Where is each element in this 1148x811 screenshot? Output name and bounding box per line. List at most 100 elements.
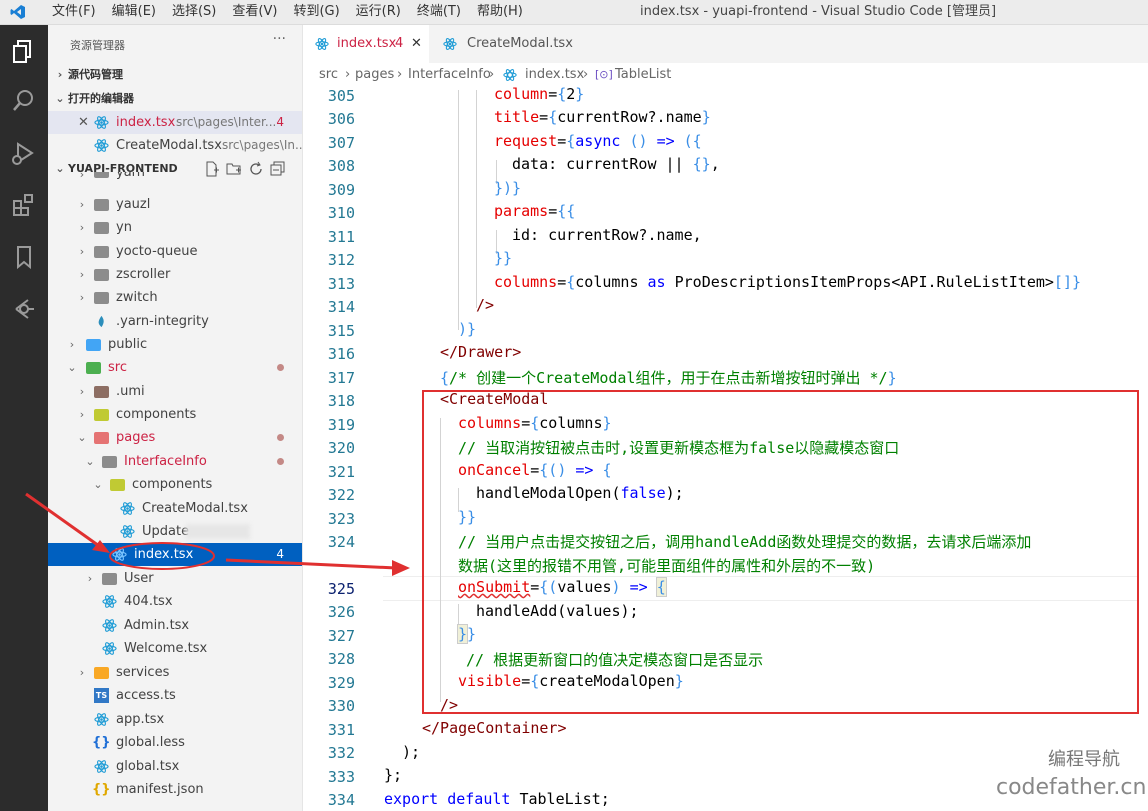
tree-file[interactable]: CreateModal.tsx: [48, 497, 302, 520]
breadcrumb-item[interactable]: TableList: [615, 63, 671, 87]
line-number: 315: [327, 322, 355, 340]
breadcrumb-item[interactable]: pages: [355, 63, 394, 87]
tab-index-tsx[interactable]: index.tsx 4 ✕: [303, 25, 429, 63]
open-editor-createmodal[interactable]: CreateModal.tsx src\pages\In...: [48, 134, 302, 157]
chevron-down-icon: ⌄: [55, 92, 65, 105]
tree-file[interactable]: .yarn-integrity: [48, 310, 302, 333]
code-line: params={{: [494, 202, 576, 220]
line-number: 322: [327, 486, 355, 504]
folder-icon: [94, 222, 109, 234]
tree-file[interactable]: Update: [48, 520, 302, 543]
tree-file[interactable]: 404.tsx: [48, 590, 302, 613]
json-file-icon: {}: [92, 782, 111, 797]
open-editor-index[interactable]: ✕ index.tsx src\pages\Inter... 4: [48, 111, 302, 134]
menu-bar: 文件(F) 编辑(E) 选择(S) 查看(V) 转到(G) 运行(R) 终端(T…: [44, 0, 531, 24]
breadcrumb-separator: ›: [397, 67, 403, 82]
close-icon[interactable]: ✕: [78, 111, 89, 134]
menu-run[interactable]: 运行(R): [348, 0, 409, 24]
code-line: {/* 创建一个CreateModal组件，用于在点击新增按钮时弹出 */}: [440, 369, 897, 387]
tree-folder[interactable]: › yarn: [48, 172, 302, 186]
line-number: 311: [327, 228, 355, 246]
close-icon[interactable]: ✕: [411, 25, 422, 63]
breadcrumb: src › pages › InterfaceInfo › index.tsx …: [303, 63, 1148, 87]
code-line: id: currentRow?.name,: [512, 226, 702, 244]
window-title: index.tsx - yuapi-frontend - Visual Stud…: [640, 4, 997, 19]
code-line: })}: [494, 179, 522, 197]
explorer-sidebar: 资源管理器 ··· › 源代码管理 ⌄ 打开的编辑器 ✕ index.tsx src…: [48, 25, 303, 811]
less-file-icon: {}: [92, 735, 111, 750]
line-number: 328: [327, 650, 355, 668]
modified-dot: [277, 434, 284, 441]
tab-createmodal-tsx[interactable]: CreateModal.tsx: [429, 25, 589, 63]
section-source-control[interactable]: › 源代码管理: [48, 64, 302, 86]
extensions-icon[interactable]: [10, 191, 38, 219]
modified-dot: [277, 364, 284, 371]
tree-folder[interactable]: › User: [48, 567, 302, 590]
tree-file[interactable]: {} manifest.json: [48, 778, 302, 801]
menu-go[interactable]: 转到(G): [285, 0, 347, 24]
code-line: }}: [494, 249, 513, 267]
line-number: 309: [327, 181, 355, 199]
line-number: 323: [327, 510, 355, 528]
folder-icon: [86, 339, 101, 351]
breadcrumb-item[interactable]: src: [319, 63, 338, 87]
react-file-icon: [120, 525, 135, 538]
folder-icon: [94, 199, 109, 211]
menu-terminal[interactable]: 终端(T): [409, 0, 469, 24]
tree-folder[interactable]: › yocto-queue: [48, 240, 302, 263]
tree-folder[interactable]: › zwitch: [48, 286, 302, 309]
tree-folder[interactable]: ⌄ src: [48, 356, 302, 379]
tree-folder[interactable]: › yauzl: [48, 193, 302, 216]
tree-folder[interactable]: ⌄ InterfaceInfo: [48, 450, 302, 473]
folder-icon: [86, 362, 101, 374]
chevron-right-icon: ›: [87, 572, 93, 585]
line-number: 314: [327, 298, 355, 316]
line-number: 319: [327, 416, 355, 434]
search-icon[interactable]: [10, 87, 38, 115]
menu-help[interactable]: 帮助(H): [469, 0, 531, 24]
react-file-icon: [120, 502, 135, 515]
tree-folder[interactable]: › yn: [48, 216, 302, 239]
problem-count-badge: 4: [276, 115, 284, 129]
tree-folder[interactable]: › .umi: [48, 380, 302, 403]
line-number: 330: [327, 697, 355, 715]
git-graph-icon[interactable]: [10, 295, 38, 323]
watermark-url: codefather.cn: [996, 775, 1147, 800]
code-line: )}: [458, 320, 477, 338]
yarn-file-icon: [98, 315, 104, 328]
line-number: 308: [327, 157, 355, 175]
tree-folder[interactable]: ⌄ pages: [48, 426, 302, 449]
tree-folder[interactable]: › zscroller: [48, 263, 302, 286]
menu-file[interactable]: 文件(F): [44, 0, 104, 24]
tab-label: CreateModal.tsx: [467, 36, 573, 51]
code-line: data: currentRow || {},: [512, 155, 720, 173]
code-line: request={async () => ({: [494, 132, 702, 150]
tree-file[interactable]: Admin.tsx: [48, 614, 302, 637]
breadcrumb-item[interactable]: InterfaceInfo: [408, 63, 491, 87]
section-open-editors[interactable]: ⌄ 打开的编辑器: [48, 88, 302, 110]
tree-file[interactable]: Welcome.tsx: [48, 637, 302, 660]
breadcrumb-item[interactable]: index.tsx: [525, 63, 584, 87]
folder-icon: [94, 667, 109, 679]
tree-file[interactable]: TS access.ts: [48, 684, 302, 707]
bookmark-icon[interactable]: [10, 243, 38, 271]
tree-file[interactable]: app.tsx: [48, 708, 302, 731]
line-number: 307: [327, 134, 355, 152]
tree-folder[interactable]: ⌄ components: [48, 473, 302, 496]
tree-file[interactable]: global.tsx: [48, 755, 302, 778]
more-actions-icon[interactable]: ···: [273, 31, 286, 47]
tree-file-selected[interactable]: index.tsx 4: [48, 543, 302, 566]
menu-selection[interactable]: 选择(S): [164, 0, 224, 24]
menu-view[interactable]: 查看(V): [224, 0, 285, 24]
explorer-icon[interactable]: [10, 37, 38, 65]
tree-folder[interactable]: › public: [48, 333, 302, 356]
chevron-down-icon: ⌄: [67, 361, 77, 374]
tree-folder[interactable]: › services: [48, 661, 302, 684]
menu-edit[interactable]: 编辑(E): [104, 0, 164, 24]
folder-icon: [110, 479, 125, 491]
tree-folder[interactable]: › components: [48, 403, 302, 426]
tree-file[interactable]: {} global.less: [48, 731, 302, 754]
run-debug-icon[interactable]: [10, 139, 38, 167]
line-number: 331: [327, 721, 355, 739]
line-number: 327: [327, 627, 355, 645]
